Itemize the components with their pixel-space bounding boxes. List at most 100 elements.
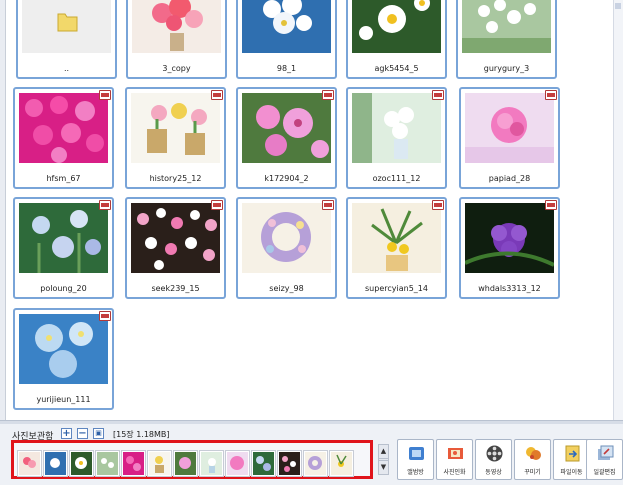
photo-caption: seek239_15	[151, 284, 200, 293]
photo-tile[interactable]: gurygury_3	[456, 0, 557, 79]
photo-caption: gurygury_3	[483, 64, 530, 73]
strip-thumbnail[interactable]	[148, 451, 171, 476]
photo-tile[interactable]: ozoc111_12	[346, 87, 447, 189]
strip-thumbnail[interactable]	[122, 451, 145, 476]
vertical-scrollbar[interactable]	[613, 0, 623, 420]
photo-print-button[interactable]: 사진인화	[436, 439, 473, 480]
photo-thumbnail	[131, 93, 220, 163]
photo-caption: seizy_98	[269, 284, 304, 293]
folder-tile[interactable]: ..	[16, 0, 117, 79]
photo-thumbnail	[352, 0, 441, 53]
album-button[interactable]: 앨범방	[397, 439, 434, 480]
badge-icon	[99, 90, 111, 100]
photo-caption: ozoc111_12	[372, 174, 421, 183]
badge-icon	[432, 200, 444, 210]
trash-icon[interactable]: ▣	[93, 428, 104, 439]
photo-tile[interactable]: seizy_98	[236, 197, 337, 299]
photo-tile[interactable]: papiad_28	[459, 87, 560, 189]
photo-caption: yurijieun_111	[36, 395, 91, 404]
photo-caption: 3_copy	[162, 64, 191, 73]
photo-thumbnail	[242, 0, 331, 53]
storage-panel: 사진보관함 + − ▣ [15장 1.18MB] ▲ ▼ 앨범방 사진인화 동영…	[0, 424, 623, 485]
plus-icon[interactable]: +	[61, 428, 72, 439]
strip-thumbnail[interactable]	[200, 451, 223, 476]
photo-caption: hfsm_67	[46, 174, 81, 183]
film-reel-icon	[485, 444, 504, 463]
strip-thumbnail[interactable]	[252, 451, 275, 476]
photo-caption: 98_1	[276, 64, 297, 73]
photo-caption: ..	[63, 64, 70, 73]
strip-thumbnail[interactable]	[174, 451, 197, 476]
photo-tile[interactable]: whdals3313_12	[459, 197, 560, 299]
photo-tile[interactable]: agk5454_5	[346, 0, 447, 79]
strip-thumbnail[interactable]	[96, 451, 119, 476]
photo-tile[interactable]: 3_copy	[126, 0, 227, 79]
photo-thumbnail	[352, 203, 441, 273]
photo-tile[interactable]: poloung_20	[13, 197, 114, 299]
photo-thumbnail	[352, 93, 441, 163]
badge-icon	[211, 90, 223, 100]
photo-manager-window: .. 3_copy 98_1 agk5454_5 gurygury_3 hfsm…	[0, 0, 623, 485]
photo-tile[interactable]: hfsm_67	[13, 87, 114, 189]
tool-label: 동영상	[485, 469, 502, 476]
badge-icon	[99, 311, 111, 321]
photo-thumbnail	[242, 203, 331, 273]
photo-thumbnail	[465, 203, 554, 273]
badge-icon	[545, 90, 557, 100]
photo-thumbnail	[132, 0, 221, 53]
video-button[interactable]: 동영상	[475, 439, 512, 480]
photo-caption: whdals3313_12	[478, 284, 541, 293]
strip-thumbnail[interactable]	[304, 451, 327, 476]
decorate-button[interactable]: 꾸미기	[514, 439, 551, 480]
tool-label: 사진인화	[443, 469, 466, 476]
strip-thumbnail[interactable]	[18, 451, 41, 476]
decorate-icon	[524, 444, 543, 463]
strip-scrollbar[interactable]: ▲ ▼	[378, 444, 389, 475]
photo-grid: .. 3_copy 98_1 agk5454_5 gurygury_3 hfsm…	[6, 0, 614, 420]
folder-icon	[22, 0, 111, 53]
strip-thumbnail[interactable]	[330, 451, 353, 476]
photo-thumbnail	[242, 93, 331, 163]
badge-icon	[322, 90, 334, 100]
batch-edit-icon	[596, 444, 615, 463]
storage-count: [15장 1.18MB]	[113, 430, 170, 439]
strip-thumbnail[interactable]	[226, 451, 249, 476]
badge-icon	[322, 200, 334, 210]
tool-label: 일괄편집	[593, 469, 616, 476]
photo-tile[interactable]: supercyian5_14	[346, 197, 447, 299]
album-icon	[407, 444, 426, 463]
photo-thumbnail	[131, 203, 220, 273]
photo-caption: history25_12	[149, 174, 202, 183]
photo-thumbnail	[19, 314, 108, 384]
badge-icon	[99, 200, 111, 210]
photo-tile[interactable]: 98_1	[236, 0, 337, 79]
photo-thumbnail	[465, 93, 554, 163]
photo-caption: papiad_28	[488, 174, 531, 183]
photo-caption: k172904_2	[264, 174, 309, 183]
file-move-icon	[563, 444, 582, 463]
tool-label: 앨범방	[407, 469, 424, 476]
scroll-down-icon[interactable]: ▼	[379, 460, 388, 474]
tool-label: 파일이동	[560, 469, 583, 476]
photo-caption: supercyian5_14	[365, 284, 428, 293]
file-move-button[interactable]: 파일이동	[553, 439, 590, 480]
tool-label: 꾸미기	[524, 469, 541, 476]
badge-icon	[545, 200, 557, 210]
photo-print-icon	[446, 444, 465, 463]
scroll-up-icon[interactable]: ▲	[379, 445, 388, 459]
strip-thumbnail[interactable]	[44, 451, 67, 476]
strip-thumbnail[interactable]	[278, 451, 301, 476]
photo-tile[interactable]: k172904_2	[236, 87, 337, 189]
badge-icon	[211, 200, 223, 210]
minus-icon[interactable]: −	[77, 428, 88, 439]
storage-thumbnail-strip	[11, 440, 373, 479]
photo-tile[interactable]: seek239_15	[125, 197, 226, 299]
strip-thumbnail[interactable]	[70, 451, 93, 476]
photo-tile[interactable]: yurijieun_111	[13, 308, 114, 410]
scrollbar-thumb[interactable]	[615, 3, 621, 9]
photo-caption: agk5454_5	[374, 64, 419, 73]
photo-thumbnail	[19, 93, 108, 163]
batch-edit-button[interactable]: 일괄편집	[586, 439, 623, 480]
photo-tile[interactable]: history25_12	[125, 87, 226, 189]
photo-thumbnail	[19, 203, 108, 273]
